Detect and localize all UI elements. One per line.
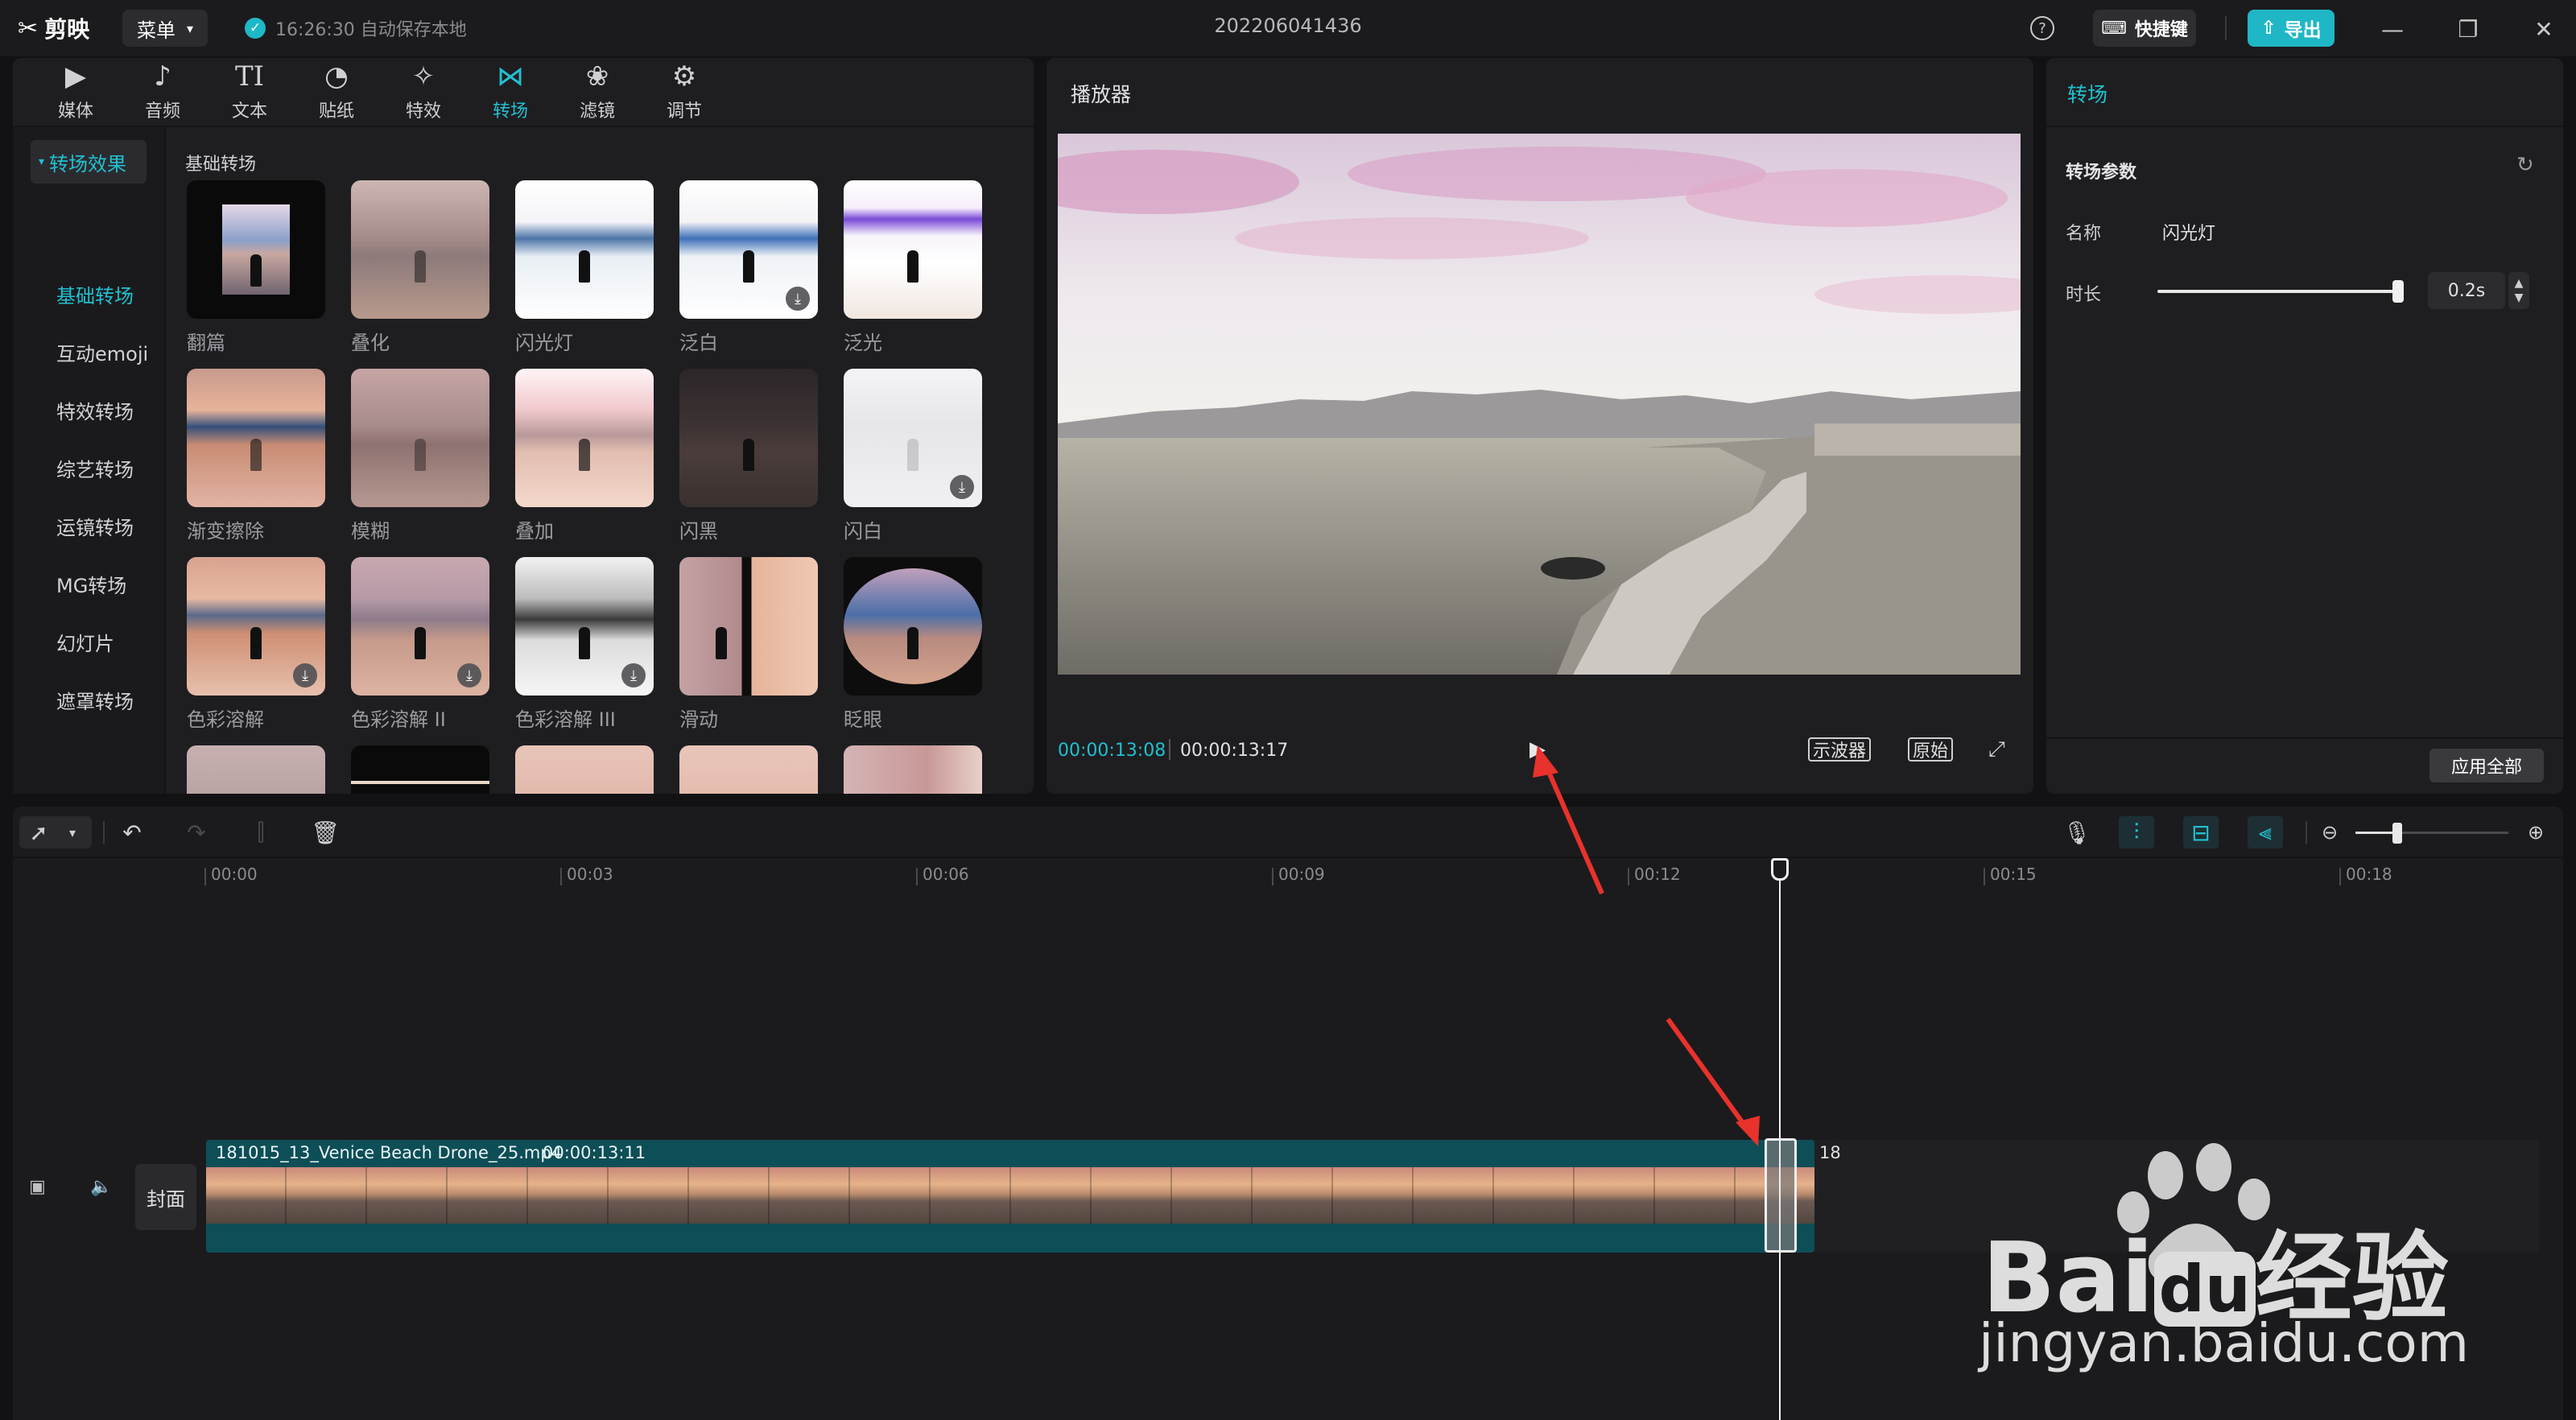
watermark-url: jingyan.baidu.com xyxy=(1979,1312,2470,1374)
baidu-watermark: Baidu经验 jingyan.baidu.com xyxy=(1964,1143,2469,1377)
arrowhead xyxy=(1533,745,1558,778)
arrow-to-transition xyxy=(1666,1018,1749,1130)
arrow-to-play xyxy=(1543,763,1604,895)
